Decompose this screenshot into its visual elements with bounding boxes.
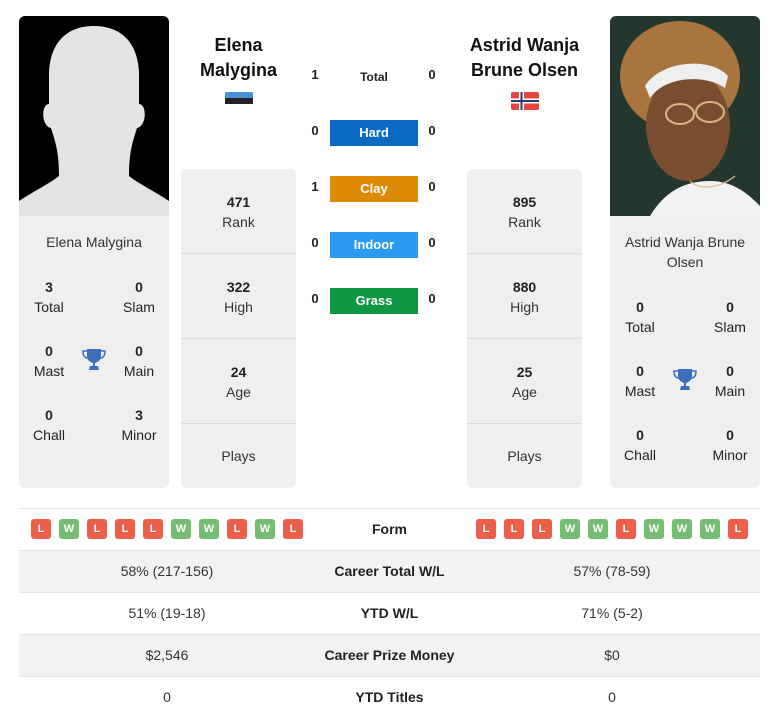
form-win-badge[interactable]: W <box>199 519 219 539</box>
player2-ytd-titles: 0 <box>608 689 616 705</box>
player2-ytd-wl: 71% (5-2) <box>581 605 643 621</box>
h2h-total-p2: 0 <box>428 67 436 82</box>
h2h-clay-badge[interactable]: Clay <box>330 176 418 202</box>
form-win-badge[interactable]: W <box>644 519 664 539</box>
player2-main-titles: 0 Main <box>714 363 746 399</box>
player2-slam-titles: 0 Slam <box>714 299 746 335</box>
h2h-grass-p2: 0 <box>428 291 436 306</box>
ytd-wl-label: YTD W/L <box>360 605 419 621</box>
h2h-total-p1: 1 <box>311 67 319 82</box>
career-wl-label: Career Total W/L <box>334 563 445 579</box>
form-win-badge[interactable]: W <box>560 519 580 539</box>
form-win-badge[interactable]: W <box>171 519 191 539</box>
divider <box>181 253 296 254</box>
trophy-icon <box>82 347 106 373</box>
h2h-total-label: Total <box>360 70 388 84</box>
player1-prize-money: $2,546 <box>145 647 189 663</box>
divider <box>181 423 296 424</box>
player1-main-titles: 0 Main <box>123 343 155 379</box>
table-row-ytd-wl: 51% (19-18) YTD W/L 71% (5-2) <box>19 592 760 634</box>
player2-minor-titles: 0 Minor <box>712 427 748 463</box>
player2-stats-card: 895 Rank 880 High 25 Age Plays <box>467 169 582 488</box>
form-win-badge[interactable]: W <box>700 519 720 539</box>
comparison-table: LWLLLWWLWL Form LLLWWLWWWL 58% (217-156)… <box>19 508 760 718</box>
player2-mast-titles: 0 Mast <box>624 363 656 399</box>
silhouette-icon <box>19 26 169 216</box>
player2-name-link[interactable]: Astrid Wanja Brune Olsen <box>452 33 597 83</box>
form-loss-badge[interactable]: L <box>616 519 636 539</box>
player1-career-wl: 58% (217-156) <box>120 563 214 579</box>
form-win-badge[interactable]: W <box>588 519 608 539</box>
form-loss-badge[interactable]: L <box>283 519 303 539</box>
h2h-clay-p2: 0 <box>428 179 436 194</box>
form-loss-badge[interactable]: L <box>87 519 107 539</box>
table-row-ytd-titles: 0 YTD Titles 0 <box>19 676 760 718</box>
player2-rank: 895 Rank <box>508 194 541 230</box>
h2h-grass-p1: 0 <box>311 291 319 306</box>
estonia-flag-icon <box>225 92 253 110</box>
form-win-badge[interactable]: W <box>59 519 79 539</box>
h2h-indoor-badge[interactable]: Indoor <box>330 232 418 258</box>
prize-money-label: Career Prize Money <box>324 647 455 663</box>
player2-career-wl: 57% (78-59) <box>573 563 651 579</box>
player1-chall-titles: 0 Chall <box>33 407 65 443</box>
player1-ytd-wl: 51% (19-18) <box>128 605 206 621</box>
divider <box>467 338 582 339</box>
h2h-grass-badge[interactable]: Grass <box>330 288 418 314</box>
form-loss-badge[interactable]: L <box>504 519 524 539</box>
form-win-badge[interactable]: W <box>255 519 275 539</box>
table-row-career-wl: 58% (217-156) Career Total W/L 57% (78-5… <box>19 550 760 592</box>
player2-titles-card: Astrid Wanja Brune Olsen 0 Total 0 Slam 0M… <box>610 216 760 488</box>
form-loss-badge[interactable]: L <box>532 519 552 539</box>
player2-chall-titles: 0 Chall <box>624 427 656 463</box>
divider <box>467 423 582 424</box>
divider <box>181 338 296 339</box>
player1-plays: Plays <box>221 448 256 464</box>
player2-high: 880 High <box>510 279 539 315</box>
form-loss-badge[interactable]: L <box>115 519 135 539</box>
divider <box>467 253 582 254</box>
player2-age: 25 Age <box>512 364 537 400</box>
form-loss-badge[interactable]: L <box>31 519 51 539</box>
h2h-clay-p1: 1 <box>311 179 319 194</box>
form-label: Form <box>372 521 407 537</box>
player1-ytd-titles: 0 <box>163 689 171 705</box>
player2-total-titles: 0 Total <box>625 299 655 335</box>
player1-stats-card: 471 Rank 322 High 24 Age Plays <box>181 169 296 488</box>
player1-form-badges: LWLLLWWLWL <box>31 519 303 539</box>
h2h-hard-p2: 0 <box>428 123 436 138</box>
player2-plays: Plays <box>507 448 542 464</box>
h2h-indoor-p1: 0 <box>311 235 319 250</box>
table-row-prize-money: $2,546 Career Prize Money $0 <box>19 634 760 676</box>
form-row: LWLLLWWLWL Form LLLWWLWWWL <box>19 508 760 550</box>
form-win-badge[interactable]: W <box>672 519 692 539</box>
player-portrait-icon <box>620 21 760 216</box>
player1-high: 322 High <box>224 279 253 315</box>
player1-card-name: Elena Malygina <box>46 234 142 250</box>
h2h-indoor-p2: 0 <box>428 235 436 250</box>
player2-form-badges: LLLWWLWWWL <box>476 519 748 539</box>
player2-photo <box>610 16 760 216</box>
form-loss-badge[interactable]: L <box>143 519 163 539</box>
norway-flag-icon <box>511 92 539 110</box>
h2h-hard-p1: 0 <box>311 123 319 138</box>
player1-mast-titles: 0 Mast <box>33 343 65 379</box>
form-loss-badge[interactable]: L <box>227 519 247 539</box>
player1-name-link[interactable]: Elena Malygina <box>181 33 296 83</box>
player2-card-name: Astrid Wanja Brune Olsen <box>624 234 746 270</box>
h2h-hard-badge[interactable]: Hard <box>330 120 418 146</box>
ytd-titles-label: YTD Titles <box>355 689 424 705</box>
player2-prize-money: $0 <box>604 647 620 663</box>
player1-titles-card: Elena Malygina 3 Total 0 Slam 0 Mast 0 Main … <box>19 216 169 488</box>
form-loss-badge[interactable]: L <box>728 519 748 539</box>
player1-rank: 471 Rank <box>222 194 255 230</box>
player1-age: 24 Age <box>226 364 251 400</box>
player1-slam-titles: 0 Slam <box>123 279 155 315</box>
form-loss-badge[interactable]: L <box>476 519 496 539</box>
player1-total-titles: 3 Total <box>34 279 64 315</box>
trophy-icon <box>673 367 697 393</box>
player1-photo <box>19 16 169 216</box>
player1-minor-titles: 3 Minor <box>121 407 157 443</box>
